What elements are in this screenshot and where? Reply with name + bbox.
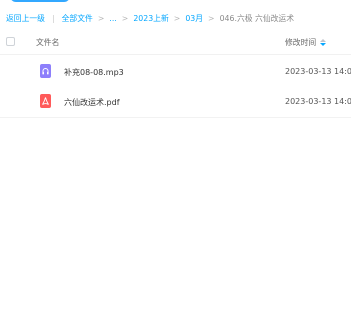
back-link[interactable]: 返回上一级 [6,13,45,24]
breadcrumb: 返回上一级 | 全部文件 > ... > 2023上新 > 03月 > 046.… [6,11,294,25]
column-header-modified[interactable]: 修改时间 [285,37,327,48]
breadcrumb-all-files[interactable]: 全部文件 [62,13,93,24]
file-name[interactable]: 六仙改运术.pdf [64,97,120,108]
breadcrumb-separator: > [121,13,129,23]
breadcrumb-2023-new[interactable]: 2023上新 [133,13,168,24]
file-modified-time: 2023-03-13 14:08 [285,97,351,106]
column-header-filename: 文件名 [36,38,60,47]
toolbar-button-partial[interactable] [10,0,70,2]
file-row[interactable]: 六仙改运术.pdf 2023-03-13 14:08 [0,87,351,118]
breadcrumb-march[interactable]: 03月 [185,13,203,24]
file-list-header: 文件名 修改时间 [0,30,351,55]
sort-desc-icon[interactable] [320,38,327,47]
breadcrumb-separator: > [173,13,181,23]
file-name[interactable]: 补充08-08.mp3 [64,67,124,78]
audio-file-icon [40,64,51,78]
file-modified-time: 2023-03-13 14:08 [285,67,351,76]
breadcrumb-ellipsis[interactable]: ... [109,14,116,23]
breadcrumb-separator: > [97,13,105,23]
breadcrumb-current: 046.六极 六仙改运术 [219,13,295,23]
select-all-checkbox[interactable] [6,37,15,46]
pdf-file-icon [40,94,51,108]
column-header-modified-label: 修改时间 [285,38,317,47]
breadcrumb-divider: | [51,13,55,23]
file-row[interactable]: 补充08-08.mp3 2023-03-13 14:08 [0,57,351,87]
breadcrumb-separator: > [208,13,215,23]
